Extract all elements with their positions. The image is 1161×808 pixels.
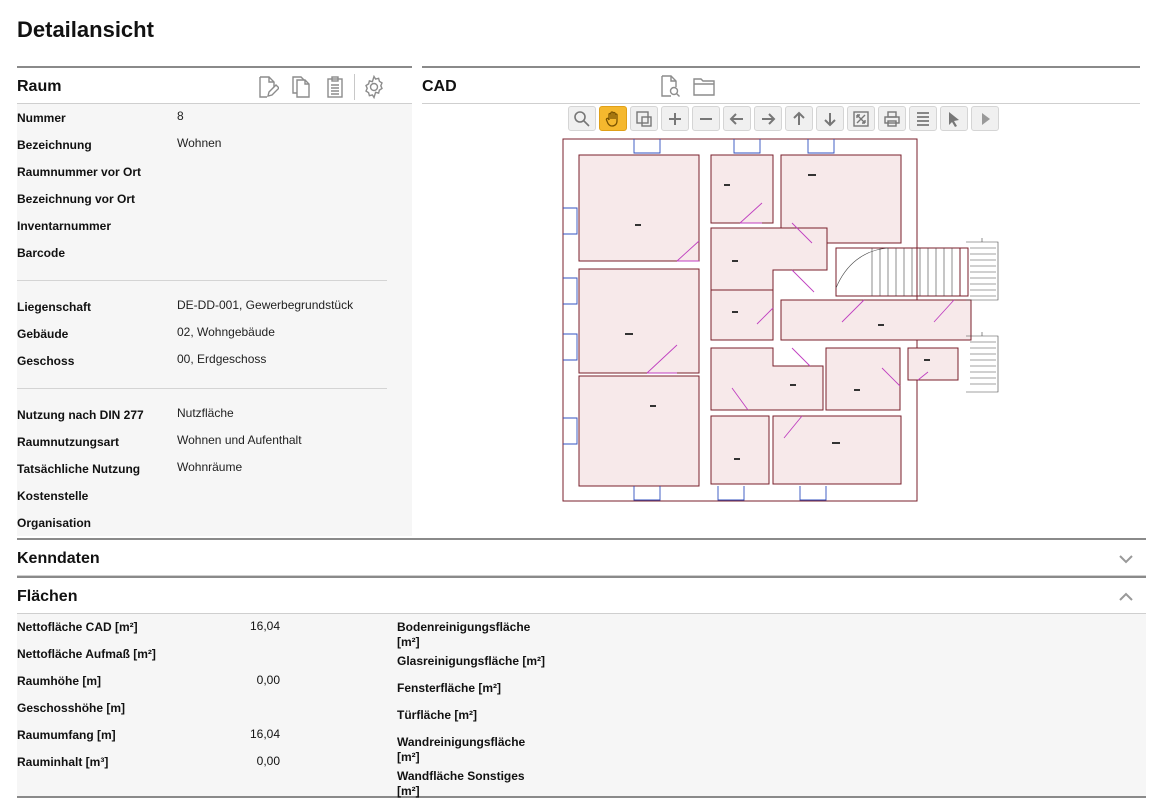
zoom-extents-icon — [853, 110, 869, 127]
copy-icon — [292, 76, 310, 98]
area-row: Wandreinigungsfläche [m²] — [397, 735, 526, 764]
field-barcode: Barcode — [17, 246, 66, 260]
room-kinderzimmer — [772, 415, 902, 485]
page-title: Detailansicht — [17, 17, 154, 42]
room-wohnen-8 — [578, 268, 700, 374]
zoom-window-icon — [636, 110, 652, 127]
zoom-window-button[interactable] — [630, 106, 658, 131]
play-button[interactable] — [971, 106, 999, 131]
flaechen-details: Nettofläche CAD [m²] 16,04 Nettofläche A… — [17, 614, 1146, 798]
field-kostenstelle: Kostenstelle — [17, 489, 89, 503]
room-treppe — [780, 299, 972, 341]
area-row: Wandfläche Sonstiges [m²] — [397, 769, 525, 798]
room-abstellraum-2 — [907, 347, 959, 381]
room-kueche — [710, 154, 774, 224]
chevron-down-icon[interactable] — [1116, 549, 1136, 569]
settings-button[interactable] — [357, 73, 391, 101]
pan-left-button[interactable] — [723, 106, 751, 131]
edit-icon — [259, 76, 279, 98]
arrow-down-icon — [824, 112, 836, 126]
field-bezeichnung-vor-ort: Bezeichnung vor Ort — [17, 192, 136, 206]
field-raumnutzungsart: Raumnutzungsart Wohnen und Aufenthalt — [17, 433, 302, 449]
settings-icon — [365, 75, 383, 99]
field-nummer: Nummer 8 — [17, 109, 184, 125]
field-nutzung-din-277: Nutzung nach DIN 277 Nutzfläche — [17, 406, 234, 422]
room-bad — [825, 347, 901, 411]
chevron-up-icon[interactable] — [1116, 587, 1136, 607]
raum-panel-title: Raum — [17, 78, 62, 95]
folder-button[interactable] — [687, 72, 721, 100]
field-liegenschaft: Liegenschaft DE-DD-001, Gewerbegrundstück — [17, 298, 354, 314]
pan-button[interactable] — [599, 106, 627, 131]
pan-down-button[interactable] — [816, 106, 844, 131]
divider — [17, 388, 387, 389]
raum-details: Nummer 8 Bezeichnung Wohnen Raumnummer vor… — [17, 104, 412, 536]
room-abstellraum — [710, 289, 774, 341]
search-document-button[interactable] — [653, 72, 687, 100]
cad-panel: CAD — [422, 66, 1140, 536]
zoom-icon — [574, 110, 590, 127]
raum-panel-header: Raum — [17, 66, 412, 104]
zoom-out-button[interactable] — [692, 106, 720, 131]
arrow-up-icon — [793, 111, 805, 125]
field-raumnummer-vor-ort: Raumnummer vor Ort — [17, 165, 142, 179]
area-row: Glasreinigungsfläche [m²] — [397, 654, 546, 668]
toolbar-separator — [354, 74, 355, 100]
search-document-icon — [661, 75, 680, 97]
folder-icon — [693, 78, 715, 96]
clipboard-icon — [327, 76, 343, 98]
cad-panel-title: CAD — [422, 78, 457, 95]
flaechen-title: Flächen — [17, 588, 78, 605]
layers-button[interactable] — [909, 106, 937, 131]
copy-button[interactable] — [284, 73, 318, 101]
area-row: Fensterfläche [m²] — [397, 681, 502, 695]
print-button[interactable] — [878, 106, 906, 131]
area-row: Türfläche [m²] — [397, 708, 478, 722]
clipboard-button[interactable] — [318, 73, 352, 101]
arrow-right-icon — [762, 112, 776, 125]
flaechen-section-header[interactable]: Flächen — [17, 576, 1146, 614]
zoom-in-icon — [669, 112, 681, 125]
area-row: Bodenreinigungsfläche [m²] — [397, 620, 531, 649]
room-wohnen-1 — [578, 154, 700, 262]
kenndaten-section-header[interactable]: Kenndaten — [17, 538, 1146, 576]
kenndaten-title: Kenndaten — [17, 550, 100, 567]
divider — [17, 280, 387, 281]
cad-header-toolbar — [653, 72, 721, 100]
raum-panel: Raum Nummer 8 Bezeichnung Wohnen Raumnumme… — [17, 66, 412, 536]
area-row: Nettofläche CAD [m²] 16,04 — [17, 619, 280, 634]
room-schlafraum-3 — [710, 415, 770, 485]
zoom-button[interactable] — [568, 106, 596, 131]
area-row: Nettofläche Aufmaß [m²] — [17, 647, 156, 661]
room-schlafraum-2 — [578, 375, 700, 487]
cad-panel-header: CAD — [422, 66, 1140, 104]
raum-toolbar — [250, 73, 391, 101]
field-geschoss: Geschoss 00, Erdgeschoss — [17, 352, 267, 368]
edit-button[interactable] — [250, 73, 284, 101]
zoom-out-icon — [700, 117, 712, 120]
floor-plan[interactable] — [562, 138, 1002, 506]
arrow-left-icon — [729, 112, 743, 125]
select-pointer-icon — [949, 111, 959, 127]
area-row: Geschosshöhe [m] — [17, 701, 126, 715]
field-tatsaechliche-nutzung: Tatsächliche Nutzung Wohnräume — [17, 460, 243, 476]
field-bezeichnung: Bezeichnung Wohnen — [17, 136, 222, 152]
print-icon — [884, 110, 900, 127]
select-button[interactable] — [940, 106, 968, 131]
area-row: Raumumfang [m] 16,04 — [17, 727, 280, 742]
field-organisation: Organisation — [17, 516, 92, 530]
area-row: Raumhöhe [m] 0,00 — [17, 673, 280, 688]
zoom-extents-button[interactable] — [847, 106, 875, 131]
cad-toolbar — [568, 106, 999, 131]
pan-up-button[interactable] — [785, 106, 813, 131]
pan-hand-icon — [605, 110, 618, 127]
field-inventarnummer: Inventarnummer — [17, 219, 112, 233]
field-gebaeude: Gebäude 02, Wohngebäude — [17, 325, 275, 341]
layers-icon — [917, 111, 929, 126]
area-row: Rauminhalt [m³] 0,00 — [17, 754, 280, 769]
zoom-in-button[interactable] — [661, 106, 689, 131]
play-icon — [982, 112, 990, 125]
pan-right-button[interactable] — [754, 106, 782, 131]
